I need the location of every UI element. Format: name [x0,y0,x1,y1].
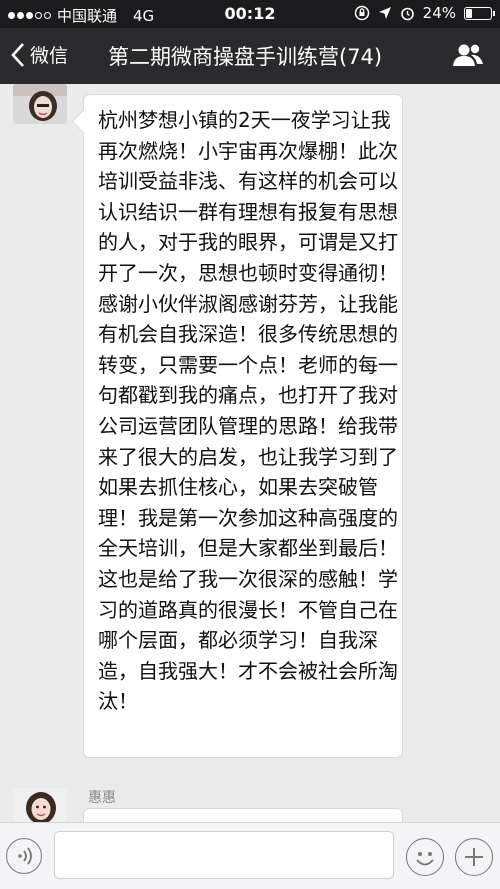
voice-icon [18,847,32,865]
chat-area[interactable]: 杭州梦想小镇的2天一夜学习让我再次燃烧！小宇宙再次爆棚！此次培训受益非浅、有这样… [0,84,500,822]
rotation-lock-icon [354,5,369,21]
back-label: 微信 [30,45,69,67]
group-info-button[interactable] [452,42,484,72]
battery-icon [464,6,495,20]
status-bar: 中国联通 4G 00:12 24% [0,0,500,28]
input-bar [0,822,500,889]
alarm-icon [400,7,414,20]
location-icon [378,7,391,19]
sender-name: 惠惠 [88,790,116,806]
message-bubble[interactable]: 杭州梦想小镇的2天一夜学习让我再次燃烧！小宇宙再次爆棚！此次培训受益非浅、有这样… [83,94,403,758]
message-bubble[interactable] [83,808,403,822]
message-input[interactable] [54,831,394,879]
page-title: 第二期微商操盘手训练营(74) [108,45,383,69]
message-text: 杭州梦想小镇的2天一夜学习让我再次燃烧！小宇宙再次爆棚！此次培训受益非浅、有这样… [98,108,398,714]
plus-icon [465,848,483,866]
status-right: 24% [354,4,495,22]
more-button[interactable] [455,838,493,876]
chevron-left-icon [11,42,24,67]
nav-bar: 微信 第二期微商操盘手训练营(74) [0,28,500,84]
emoji-button[interactable] [406,838,444,876]
avatar[interactable] [13,788,67,822]
voice-button[interactable] [6,838,42,874]
avatar[interactable] [13,84,67,124]
battery-fill [466,8,473,18]
emoji-icon [416,852,434,866]
battery-label: 24% [422,4,456,22]
back-button[interactable]: 微信 [10,41,68,68]
group-icon [453,44,483,66]
